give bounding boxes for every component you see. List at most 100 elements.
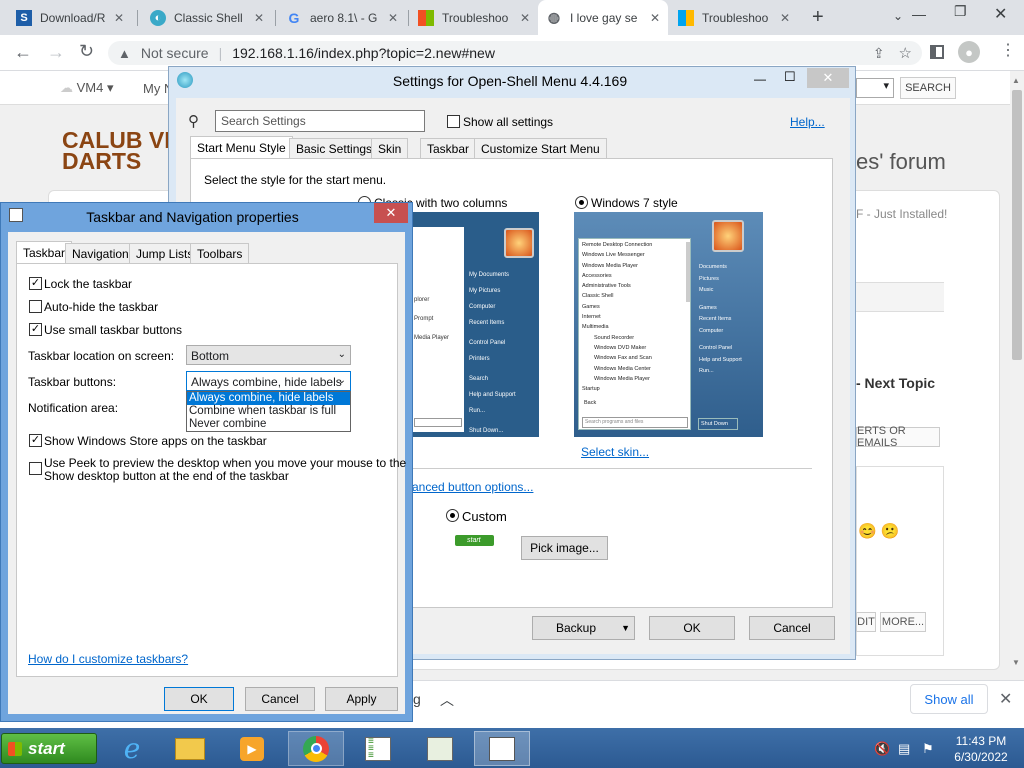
edit-button[interactable]: DIT xyxy=(856,612,876,632)
magnifier-icon: ⚲ xyxy=(188,113,199,130)
os-ok-button[interactable]: OK xyxy=(649,616,735,640)
settings-list-icon[interactable]: ≡ ≡ ≡ xyxy=(350,731,406,766)
taskbar-props-close-icon[interactable]: ✕ xyxy=(374,203,408,223)
chevron-up-icon[interactable]: ︿ xyxy=(440,690,454,710)
scroll-up-arrow-icon[interactable]: ▲ xyxy=(1012,76,1020,85)
os-minimize-icon[interactable]: — xyxy=(754,72,766,86)
download-item-name[interactable]: g xyxy=(413,691,421,707)
two-column-preview[interactable]: plorer Prompt Media Player My Documents … xyxy=(412,212,539,437)
tab-toolbars[interactable]: Toolbars xyxy=(190,243,250,264)
taskbar-props-app-icon xyxy=(9,208,23,222)
new-tab-plus-icon[interactable]: + xyxy=(812,6,824,29)
backup-button[interactable]: Backup ▼ xyxy=(532,616,635,640)
w7-back-label: Back xyxy=(584,400,597,406)
menu-kebab-icon[interactable]: ⋮ xyxy=(1000,40,1016,60)
select-skin-link[interactable]: Select skin... xyxy=(581,445,649,459)
option-always-combine[interactable]: Always combine, hide labels xyxy=(187,392,350,405)
address-bar[interactable]: ▲ Not secure | 192.168.1.16/index.php?to… xyxy=(108,41,922,65)
network-icon[interactable]: ▤ xyxy=(898,741,910,757)
tab-navigation[interactable]: Navigation xyxy=(65,243,136,264)
peek-checkbox[interactable] xyxy=(29,462,42,475)
alerts-button[interactable]: ERTS OR EMAILS xyxy=(856,425,940,449)
reload-icon[interactable]: ↻ xyxy=(79,41,94,62)
auto-hide-checkbox[interactable] xyxy=(29,300,42,313)
back-arrow-icon[interactable]: ← xyxy=(14,42,32,63)
tab-close-icon[interactable]: ✕ xyxy=(114,11,124,25)
taskbar-props-apply-button[interactable]: Apply xyxy=(325,687,398,711)
taskbar-props-ok-button[interactable]: OK xyxy=(164,687,234,711)
media-player-icon[interactable]: ▶ xyxy=(224,731,280,766)
bookmark-star-icon[interactable]: ☆ xyxy=(899,44,912,62)
scroll-down-arrow-icon[interactable]: ▼ xyxy=(1012,658,1020,667)
close-download-bar-icon[interactable]: ✕ xyxy=(999,689,1012,709)
store-apps-checkbox[interactable]: ✓ xyxy=(29,434,42,447)
tab-skin[interactable]: Skin xyxy=(371,138,409,159)
tab-taskbar[interactable]: Taskbar xyxy=(16,241,73,264)
taskbar-props-cancel-button[interactable]: Cancel xyxy=(245,687,315,711)
os-close-icon[interactable]: ✕ xyxy=(807,68,849,88)
os-maximize-icon[interactable]: ☐ xyxy=(784,69,796,85)
system-clock[interactable]: 11:43 PM 6/30/2022 xyxy=(945,733,1017,765)
start-button[interactable]: start xyxy=(1,733,97,764)
volume-muted-icon[interactable]: 🔇 xyxy=(874,741,890,757)
file-explorer-icon[interactable] xyxy=(162,731,218,766)
user-menu[interactable]: ☁ VM4 ▾ xyxy=(60,80,114,96)
forum-title-fragment: es' forum xyxy=(856,149,946,174)
google-icon: G xyxy=(288,9,300,26)
notepad-icon[interactable] xyxy=(412,731,468,766)
side-panel-icon[interactable] xyxy=(930,45,944,59)
internet-explorer-icon[interactable]: e xyxy=(104,731,160,766)
search-button[interactable]: SEARCH xyxy=(900,77,956,99)
tab-start-menu-style[interactable]: Start Menu Style xyxy=(190,136,293,159)
profile-avatar-icon[interactable]: ● xyxy=(958,41,980,63)
forward-arrow-icon[interactable]: → xyxy=(47,42,65,63)
option-combine-when-full[interactable]: Combine when taskbar is full xyxy=(187,405,350,418)
pick-image-button[interactable]: Pick image... xyxy=(521,536,608,560)
windows7-preview[interactable]: Remote Desktop Connection Windows Live M… xyxy=(574,212,763,437)
tab-close-icon[interactable]: ✕ xyxy=(780,11,790,25)
browser-tab-classic-shell[interactable]: ◐ Classic Shell ✕ xyxy=(142,0,272,35)
tab-close-icon[interactable]: ✕ xyxy=(388,11,398,25)
option-never-combine[interactable]: Never combine xyxy=(187,418,350,431)
notification-area-label: Notification area: xyxy=(28,401,119,415)
customize-taskbars-help-link[interactable]: How do I customize taskbars? xyxy=(28,652,188,666)
help-link[interactable]: Help... xyxy=(790,115,825,129)
advanced-button-options-link[interactable]: anced button options... xyxy=(412,480,533,494)
search-scope-select[interactable]: ▾ xyxy=(856,78,894,98)
tab-search-chevron-icon[interactable]: ⌄ xyxy=(893,9,903,23)
browser-tab-aero[interactable]: G aero 8.1\ - G ✕ xyxy=(278,0,406,35)
tab-close-icon[interactable]: ✕ xyxy=(650,11,660,25)
share-icon[interactable]: ⇪ xyxy=(873,45,885,62)
show-all-settings-checkbox[interactable] xyxy=(447,115,460,128)
os-cancel-button[interactable]: Cancel xyxy=(749,616,835,640)
search-settings-input[interactable]: Search Settings xyxy=(215,110,425,132)
browser-tab-troubleshoot-2[interactable]: Troubleshoo ✕ xyxy=(670,0,798,35)
site-title[interactable]: CALUB VE DARTS xyxy=(62,129,180,173)
browser-tab-download[interactable]: S Download/R ✕ xyxy=(8,0,132,35)
restore-icon[interactable]: ❐ xyxy=(954,3,967,20)
next-topic-link[interactable]: - Next Topic xyxy=(856,375,935,391)
minimize-icon[interactable]: — xyxy=(912,6,926,22)
more-button[interactable]: MORE... xyxy=(880,612,926,632)
browser-tab-active[interactable]: ◍ I love gay se ✕ xyxy=(538,0,668,35)
scrollbar-thumb[interactable] xyxy=(1012,90,1022,360)
browser-tab-troubleshoot-1[interactable]: Troubleshoo ✕ xyxy=(410,0,538,35)
start-button-preview: start xyxy=(455,535,494,546)
windows7-style-radio[interactable] xyxy=(575,196,588,209)
location-select[interactable]: Bottom ⌄ xyxy=(186,345,351,365)
tab-close-icon[interactable]: ✕ xyxy=(520,11,530,25)
tab-basic-settings[interactable]: Basic Settings xyxy=(289,138,380,159)
buttons-select[interactable]: Always combine, hide labels ⌄ xyxy=(186,371,351,391)
chrome-taskbar-icon[interactable] xyxy=(288,731,344,766)
tab-close-icon[interactable]: ✕ xyxy=(254,11,264,25)
close-window-icon[interactable]: ✕ xyxy=(994,4,1007,24)
lock-taskbar-checkbox[interactable]: ✓ xyxy=(29,277,42,290)
header-strip xyxy=(856,282,944,312)
action-center-flag-icon[interactable]: ⚑ xyxy=(922,741,934,757)
tab-taskbar[interactable]: Taskbar xyxy=(420,138,477,159)
custom-button-radio[interactable] xyxy=(446,509,459,522)
show-all-downloads-button[interactable]: Show all xyxy=(910,684,988,714)
taskbar-properties-icon[interactable] xyxy=(474,731,530,766)
tab-customize-start-menu[interactable]: Customize Start Menu xyxy=(474,138,607,159)
small-buttons-checkbox[interactable]: ✓ xyxy=(29,323,42,336)
